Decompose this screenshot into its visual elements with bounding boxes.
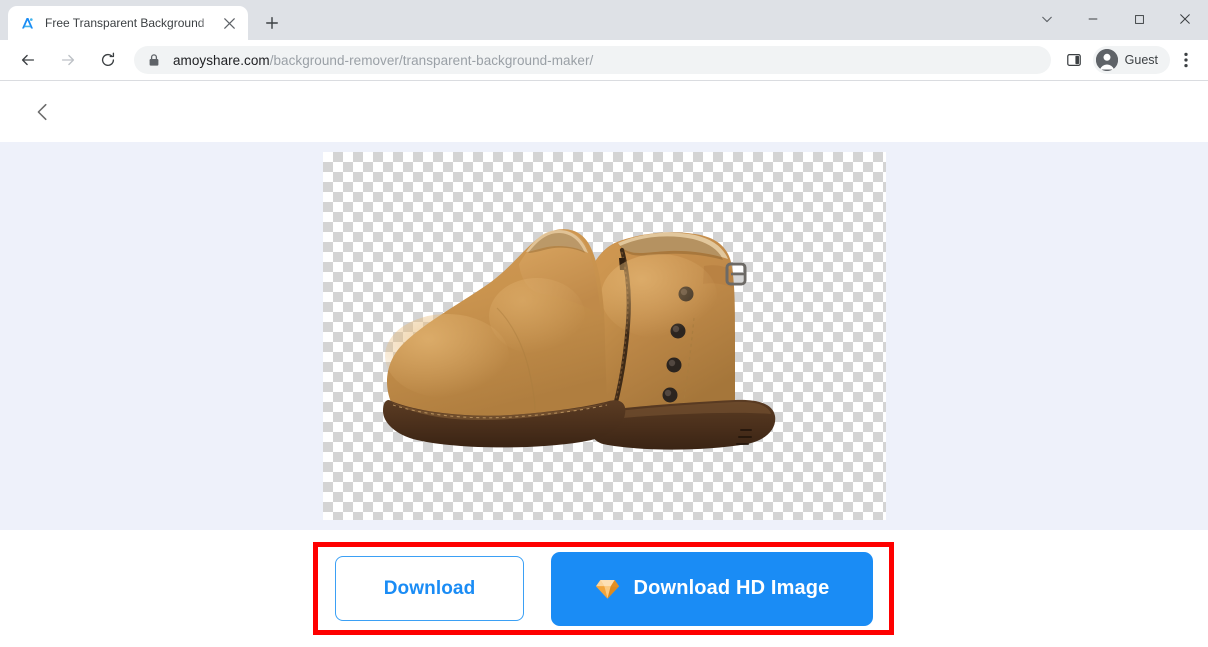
- new-tab-button[interactable]: [257, 8, 287, 38]
- browser-toolbar: amoyshare.com/background-remover/transpa…: [0, 40, 1208, 80]
- download-button-label: Download: [383, 577, 476, 599]
- download-button[interactable]: Download: [335, 556, 524, 621]
- url-path: /background-remover/transparent-backgrou…: [269, 52, 594, 68]
- browser-chrome: Free Transparent Background amoyshare.co…: [0, 0, 1208, 81]
- transparent-canvas[interactable]: [322, 152, 886, 520]
- download-button-row: Download Download HD Image: [0, 530, 1208, 647]
- page-content: Download Download HD Image: [0, 81, 1208, 647]
- browser-tab[interactable]: Free Transparent Background: [8, 6, 248, 40]
- close-window-icon[interactable]: [1162, 0, 1208, 38]
- tab-strip: Free Transparent Background: [0, 0, 1208, 40]
- url-host: amoyshare.com: [173, 52, 270, 68]
- three-dot-menu-icon[interactable]: [1172, 45, 1200, 75]
- tab-search-chevron-down-icon[interactable]: [1024, 0, 1070, 38]
- lock-icon[interactable]: [147, 53, 161, 67]
- profile-chip-guest[interactable]: Guest: [1092, 46, 1170, 74]
- side-panel-icon[interactable]: [1059, 45, 1089, 75]
- avatar: [1095, 49, 1118, 71]
- download-hd-button-label: Download HD Image: [633, 577, 830, 599]
- tab-title: Free Transparent Background: [45, 16, 205, 30]
- page-header: [0, 81, 1208, 142]
- maximize-icon[interactable]: [1116, 0, 1162, 38]
- reload-icon[interactable]: [92, 44, 124, 76]
- boots-image: [383, 229, 776, 450]
- amoyshare-logo-icon: [19, 15, 36, 32]
- gem-diamond-icon: [595, 578, 620, 600]
- url-text: amoyshare.com/background-remover/transpa…: [173, 53, 593, 68]
- back-arrow-icon[interactable]: [12, 44, 44, 76]
- image-preview-area: [0, 142, 1208, 530]
- close-icon[interactable]: [218, 12, 240, 34]
- forward-arrow-icon[interactable]: [52, 44, 84, 76]
- window-controls: [1024, 0, 1208, 38]
- back-chevron-icon[interactable]: [26, 95, 60, 129]
- action-bar: Download Download HD Image: [0, 530, 1208, 647]
- minimize-icon[interactable]: [1070, 0, 1116, 38]
- address-bar[interactable]: amoyshare.com/background-remover/transpa…: [134, 46, 1051, 74]
- profile-label: Guest: [1124, 53, 1158, 67]
- download-hd-image-button[interactable]: Download HD Image: [551, 551, 873, 626]
